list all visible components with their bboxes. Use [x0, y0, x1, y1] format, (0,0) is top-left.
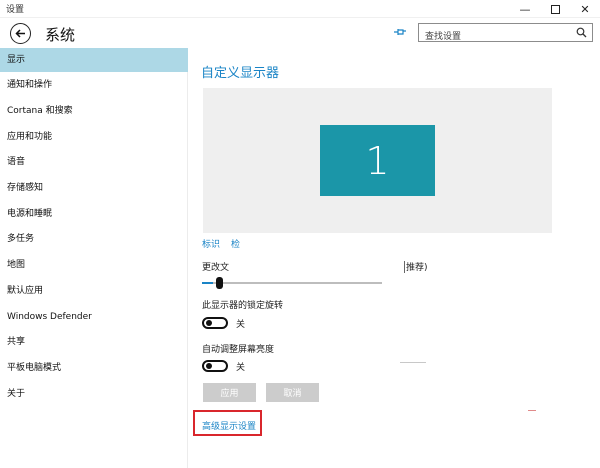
- sidebar-item-power[interactable]: 电源和睡眠: [0, 202, 188, 226]
- apply-button[interactable]: 应用: [203, 383, 256, 402]
- sidebar-item-multitasking[interactable]: 多任务: [0, 227, 188, 251]
- sidebar-item-cortana[interactable]: Cortana 和搜索: [0, 99, 188, 123]
- rotation-lock-state: 关: [236, 320, 246, 330]
- display-preview: 1: [203, 88, 552, 233]
- sidebar-item-sharing[interactable]: 共享: [0, 330, 188, 354]
- auto-brightness-toggle[interactable]: [202, 360, 228, 372]
- search-box[interactable]: [418, 23, 593, 46]
- sidebar: 显示 通知和操作 Cortana 和搜索 应用和功能 语音 存储感知 电源和睡眠…: [0, 48, 188, 468]
- sidebar-item-defender[interactable]: Windows Defender: [0, 305, 188, 329]
- monitor-tile[interactable]: 1: [320, 125, 435, 196]
- main-content: 自定义显示器 1 标识 检 更改文 推荐) 此显示器的锁定旋转 关 自动调整屏幕…: [188, 48, 600, 468]
- sidebar-item-notifications[interactable]: 通知和操作: [0, 73, 188, 97]
- identify-link[interactable]: 标识: [202, 237, 220, 250]
- sidebar-item-maps[interactable]: 地图: [0, 253, 188, 277]
- sidebar-item-storage[interactable]: 存储感知: [0, 176, 188, 200]
- maximize-icon[interactable]: [540, 0, 570, 18]
- sidebar-item-display[interactable]: 显示: [0, 48, 188, 72]
- close-icon[interactable]: ✕: [570, 0, 600, 18]
- divider: [400, 362, 426, 363]
- window-title: 设置: [6, 5, 25, 15]
- auto-brightness-label: 自动调整屏幕亮度: [202, 345, 275, 355]
- sidebar-item-speech[interactable]: 语音: [0, 150, 188, 174]
- toggle-knob: [206, 363, 212, 369]
- detect-link[interactable]: 检: [231, 237, 240, 250]
- scale-slider[interactable]: [202, 277, 382, 289]
- pin-icon[interactable]: [393, 27, 407, 37]
- page-title: 系统: [45, 26, 76, 44]
- sidebar-item-about[interactable]: 关于: [0, 382, 188, 406]
- section-title: 自定义显示器: [201, 66, 280, 81]
- divider: [528, 410, 536, 411]
- cancel-button[interactable]: 取消: [266, 383, 319, 402]
- divider: [404, 261, 405, 273]
- slider-fill: [202, 282, 213, 284]
- back-arrow-icon: [15, 29, 25, 38]
- search-icon[interactable]: [576, 27, 587, 38]
- rotation-lock-label: 此显示器的锁定旋转: [202, 301, 284, 311]
- sidebar-item-default-apps[interactable]: 默认应用: [0, 279, 188, 303]
- search-input[interactable]: [419, 28, 569, 46]
- back-button[interactable]: [10, 23, 31, 44]
- slider-track: [202, 282, 382, 284]
- scale-label: 更改文: [202, 263, 230, 273]
- scale-recommended: 推荐): [406, 263, 428, 273]
- auto-brightness-state: 关: [236, 363, 246, 373]
- slider-thumb[interactable]: [216, 277, 223, 289]
- minimize-icon[interactable]: —: [510, 0, 540, 18]
- sidebar-item-apps[interactable]: 应用和功能: [0, 125, 188, 149]
- advanced-display-settings-link[interactable]: 高级显示设置: [202, 419, 256, 432]
- rotation-lock-toggle[interactable]: [202, 317, 228, 329]
- toggle-knob: [206, 320, 212, 326]
- header: 系统: [0, 18, 600, 48]
- sidebar-item-tablet-mode[interactable]: 平板电脑模式: [0, 356, 188, 380]
- title-bar: 设置 — ✕: [0, 0, 600, 18]
